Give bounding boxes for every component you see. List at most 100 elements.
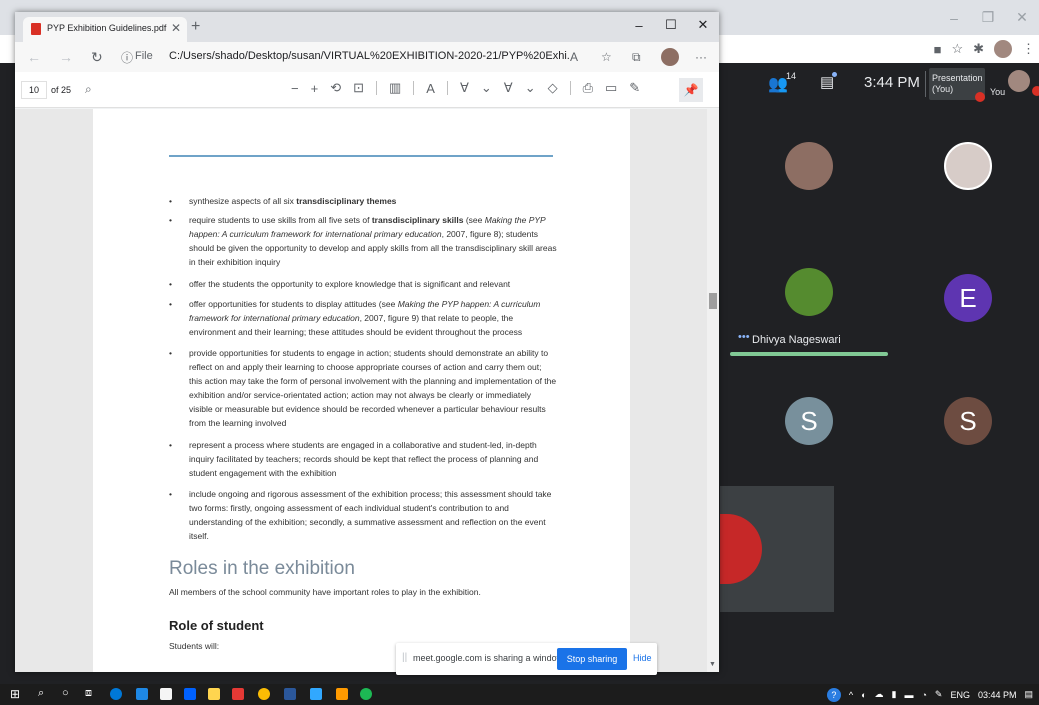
taskbar-app-icon[interactable] bbox=[208, 688, 220, 700]
favorites-icon[interactable]: ☆ bbox=[601, 50, 612, 64]
back-icon[interactable]: ← bbox=[27, 49, 41, 65]
scrollbar[interactable]: ▼ bbox=[707, 109, 719, 672]
people-icon[interactable]: 👥 bbox=[768, 74, 788, 94]
taskbar-app-icon[interactable] bbox=[136, 688, 148, 700]
edge-icon[interactable] bbox=[110, 688, 122, 700]
chevron-up-icon[interactable]: ^ bbox=[849, 690, 853, 700]
onedrive-icon[interactable]: ☁ bbox=[875, 689, 884, 700]
close-icon[interactable]: ✕ bbox=[687, 12, 719, 38]
save-as-icon[interactable]: ✎ bbox=[629, 80, 640, 96]
read-aloud-icon[interactable]: A bbox=[570, 50, 578, 64]
search-icon[interactable]: ⌕ bbox=[85, 82, 92, 97]
close-icon[interactable]: ✕ bbox=[1005, 0, 1039, 35]
eraser-icon[interactable]: ◇ bbox=[548, 80, 558, 96]
page-rule bbox=[169, 155, 553, 157]
close-icon[interactable]: ✕ bbox=[171, 21, 181, 35]
participant-video bbox=[720, 514, 762, 584]
windows-start-icon[interactable]: ⊞ bbox=[10, 687, 20, 701]
pin-icon[interactable]: 📌 bbox=[679, 78, 703, 102]
section-intro: All members of the school community have… bbox=[169, 587, 481, 597]
read-aloud-icon[interactable]: A bbox=[426, 81, 435, 96]
participant-avatar[interactable] bbox=[944, 142, 992, 190]
chat-notification-dot bbox=[832, 72, 837, 77]
chevron-down-icon[interactable]: ⌄ bbox=[481, 80, 492, 96]
battery-icon[interactable]: ▬ bbox=[904, 690, 913, 700]
participant-avatar[interactable] bbox=[785, 268, 833, 316]
collections-icon[interactable]: ⧉ bbox=[632, 50, 641, 65]
spotify-icon[interactable] bbox=[360, 688, 372, 700]
help-icon[interactable]: ? bbox=[826, 687, 841, 702]
store-icon[interactable] bbox=[160, 688, 172, 700]
presentation-tile[interactable]: Presentation (You) bbox=[929, 68, 985, 102]
page-view-icon[interactable]: ▥ bbox=[389, 80, 401, 96]
minimize-icon[interactable]: – bbox=[937, 0, 971, 35]
speaker-name: Dhivya Nageswari bbox=[752, 334, 841, 346]
restore-icon[interactable]: ❐ bbox=[971, 0, 1005, 35]
illustrator-icon[interactable] bbox=[336, 688, 348, 700]
zoom-out-icon[interactable]: − bbox=[291, 81, 299, 96]
forward-icon[interactable]: → bbox=[59, 49, 73, 65]
section-heading: Roles in the exhibition bbox=[169, 558, 355, 579]
meet-window-controls: – ❐ ✕ bbox=[937, 0, 1039, 35]
refresh-icon[interactable]: ↻ bbox=[91, 49, 103, 66]
participant-avatar[interactable] bbox=[785, 142, 833, 190]
chevron-down-icon[interactable]: ⌄ bbox=[525, 80, 536, 96]
more-icon[interactable]: ··· bbox=[695, 50, 707, 64]
meeting-time: 3:44 PM bbox=[864, 74, 920, 91]
profile-avatar[interactable] bbox=[661, 48, 679, 66]
page-number-input[interactable]: 10 bbox=[21, 81, 47, 99]
stop-sharing-button[interactable]: Stop sharing bbox=[557, 648, 627, 670]
participant-letter-avatar[interactable]: E bbox=[944, 274, 992, 322]
participant-letter-avatar[interactable]: S bbox=[944, 397, 992, 445]
save-icon[interactable]: ▭ bbox=[605, 80, 617, 96]
draw-icon[interactable]: ∀ bbox=[460, 80, 469, 96]
search-icon[interactable]: ⌕ bbox=[38, 687, 44, 700]
task-view-icon[interactable]: ⧈ bbox=[85, 687, 92, 700]
star-icon[interactable]: ☆ bbox=[951, 41, 963, 57]
print-icon[interactable]: ⎙ bbox=[583, 80, 593, 96]
participant-video-tile[interactable] bbox=[720, 486, 834, 612]
fit-page-icon[interactable]: ⊡ bbox=[353, 80, 364, 96]
zoom-in-icon[interactable]: + bbox=[311, 81, 319, 96]
chrome-icon[interactable] bbox=[258, 688, 270, 700]
clock[interactable]: 03:44 PM bbox=[978, 690, 1017, 700]
dropbox-icon[interactable] bbox=[184, 688, 196, 700]
info-icon[interactable]: ⓘ bbox=[121, 49, 133, 66]
subheading: Role of student bbox=[169, 618, 264, 633]
address-input[interactable]: ⓘ File C:/Users/shado/Desktop/susan/VIRT… bbox=[113, 45, 575, 69]
you-label: You bbox=[990, 87, 1006, 97]
language-indicator[interactable]: ENG bbox=[950, 690, 970, 700]
maximize-icon[interactable]: ☐ bbox=[655, 12, 687, 38]
microphone-icon[interactable]: ▮ bbox=[892, 689, 897, 700]
drag-handle-icon[interactable]: || bbox=[402, 652, 407, 663]
cortana-icon[interactable]: ○ bbox=[62, 687, 69, 699]
speaking-indicator-icon: ••• bbox=[738, 331, 750, 343]
photoshop-icon[interactable] bbox=[310, 688, 322, 700]
minimize-icon[interactable]: – bbox=[623, 12, 655, 38]
extensions-icon[interactable]: ✱ bbox=[973, 41, 984, 57]
participant-letter-avatar[interactable]: S bbox=[785, 397, 833, 445]
pdf-toolbar: 10 of 25 ⌕ − + ⟲ ⊡ ▥ A ∀ ⌄ ∀ ⌄ ◇ ⎙ ▭ ✎ 📌 bbox=[15, 72, 719, 108]
word-icon[interactable] bbox=[284, 688, 296, 700]
hide-button[interactable]: Hide bbox=[633, 653, 652, 663]
taskbar-app-icon[interactable] bbox=[232, 688, 244, 700]
pdf-icon bbox=[31, 23, 41, 35]
wifi-icon[interactable]: ◔ bbox=[921, 690, 926, 700]
active-speaker-bar bbox=[730, 352, 888, 356]
tray-app-icon[interactable]: ◐ bbox=[861, 690, 866, 700]
scheme-label: File bbox=[135, 50, 153, 62]
scroll-down-icon[interactable]: ▼ bbox=[709, 661, 716, 668]
chrome-profile-avatar[interactable] bbox=[994, 40, 1012, 58]
tab-pdf[interactable]: PYP Exhibition Guidelines.pdf ✕ bbox=[23, 17, 187, 42]
camera-icon[interactable]: ■ bbox=[934, 42, 942, 57]
highlight-icon[interactable]: ∀ bbox=[504, 80, 513, 96]
scrollbar-thumb[interactable] bbox=[709, 293, 717, 309]
new-tab-icon[interactable]: + bbox=[191, 18, 200, 36]
menu-icon[interactable]: ⋮ bbox=[1022, 41, 1035, 57]
rotate-icon[interactable]: ⟲ bbox=[330, 80, 341, 96]
notifications-icon[interactable]: ▤ bbox=[1024, 689, 1033, 700]
taskbar: ⊞ ⌕ ○ ⧈ ? ^ ◐ ☁ ▮ ▬ ◔ ✎ ENG 03:44 PM ▤ bbox=[0, 684, 1039, 705]
self-avatar[interactable] bbox=[1008, 70, 1030, 92]
pdf-viewer[interactable]: • synthesize aspects of all six transdis… bbox=[15, 109, 719, 672]
pen-icon[interactable]: ✎ bbox=[935, 689, 943, 700]
